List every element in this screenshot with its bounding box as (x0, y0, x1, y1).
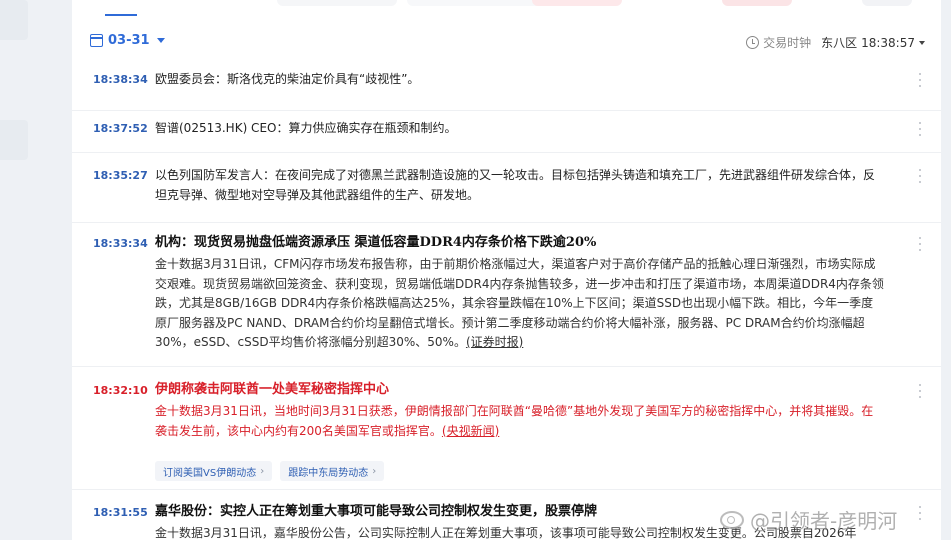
watermark-text: @引领者-彦明河 (750, 509, 898, 533)
news-item[interactable]: 18:33:34 机构：现货贸易抛盘低端资源承压 渠道低容量DDR4内存条价格下… (72, 223, 941, 367)
right-gutter (941, 0, 951, 540)
timezone-label: 东八区 (821, 36, 858, 50)
chevron-right-icon: › (260, 465, 265, 477)
subscribe-us-iran-tag[interactable]: 订阅美国VS伊朗动态 › (155, 461, 273, 481)
news-title: 机构：现货贸易抛盘低端资源承压 渠道低容量DDR4内存条价格下跌逾20% (155, 235, 597, 250)
news-body: 金十数据3月31日讯，当地时间3月31日获悉，伊朗情报部门在阿联酋“曼哈德”基地… (155, 404, 874, 438)
news-body: 金十数据3月31日讯，CFM闪存市场发布报告称，由于前期价格涨幅过大，渠道客户对… (155, 257, 884, 349)
news-text: 欧盟委员会：斯洛伐克的柴油定价具有“歧视性”。 (155, 72, 420, 86)
more-options-icon[interactable] (914, 169, 926, 183)
news-text: 以色列国防军发言人：在夜间完成了对德黑兰武器制造设施的又一轮攻击。目标包括弹头铸… (155, 168, 876, 202)
more-options-icon[interactable] (914, 237, 926, 251)
more-options-icon[interactable] (914, 384, 926, 398)
top-tab-bar (72, 0, 941, 18)
news-time: 18:33:34 (93, 237, 148, 250)
tab-remnant[interactable] (277, 0, 397, 6)
chevron-right-icon: › (372, 465, 377, 477)
news-title: 伊朗称袭击阿联酋一处美军秘密指挥中心 (155, 382, 390, 397)
news-time: 18:32:10 (93, 384, 148, 397)
more-options-icon[interactable] (914, 73, 926, 87)
tab-remnant[interactable] (722, 0, 792, 6)
news-time: 18:37:52 (93, 122, 148, 135)
news-feed: 18:38:34 欧盟委员会：斯洛伐克的柴油定价具有“歧视性”。 18:37:5… (72, 60, 941, 540)
news-text: 智谱(02513.HK) CEO：算力供应确实存在瓶颈和制约。 (155, 121, 457, 135)
left-gutter (0, 0, 72, 540)
calendar-icon (90, 34, 103, 47)
date-value: 03-31 (108, 33, 150, 48)
chevron-down-icon (919, 40, 925, 45)
trade-clock[interactable]: 交易时钟 东八区 18:38:57 (746, 34, 925, 51)
more-options-icon[interactable] (914, 506, 926, 520)
news-item[interactable]: 18:38:34 欧盟委员会：斯洛伐克的柴油定价具有“歧视性”。 (72, 60, 941, 111)
feed-toolbar: 03-31 交易时钟 东八区 18:38:57 (72, 28, 941, 58)
watermark: @引领者-彦明河 (720, 505, 897, 534)
news-item-important[interactable]: 18:32:10 伊朗称袭击阿联酋一处美军秘密指挥中心 金十数据3月31日讯，当… (72, 367, 941, 490)
tab-remnant[interactable] (532, 0, 622, 6)
source-link[interactable]: (央视新闻) (442, 424, 499, 438)
more-options-icon[interactable] (914, 122, 926, 136)
source-link[interactable]: (证券时报) (466, 335, 523, 349)
topic-tags: 订阅美国VS伊朗动态 › 跟踪中东局势动态 › (155, 461, 385, 481)
news-time: 18:38:34 (93, 73, 148, 86)
news-time: 18:31:55 (93, 506, 148, 519)
current-time: 18:38:57 (861, 35, 915, 50)
news-feed-panel: 03-31 交易时钟 东八区 18:38:57 18:38:34 欧盟委员会：斯… (72, 0, 941, 540)
trade-clock-label: 交易时钟 (763, 36, 812, 50)
chevron-down-icon (156, 38, 165, 43)
news-item[interactable]: 18:37:52 智谱(02513.HK) CEO：算力供应确实存在瓶颈和制约。 (72, 111, 941, 153)
gutter-decoration (0, 0, 28, 40)
clock-icon (746, 36, 760, 49)
active-tab-indicator (105, 14, 137, 16)
news-time: 18:35:27 (93, 169, 148, 182)
news-item[interactable]: 18:35:27 以色列国防军发言人：在夜间完成了对德黑兰武器制造设施的又一轮攻… (72, 153, 941, 223)
tab-remnant[interactable] (862, 0, 912, 6)
weibo-icon (720, 510, 744, 529)
date-picker[interactable]: 03-31 (90, 33, 165, 48)
track-middle-east-tag[interactable]: 跟踪中东局势动态 › (280, 461, 385, 481)
gutter-decoration (0, 120, 28, 160)
